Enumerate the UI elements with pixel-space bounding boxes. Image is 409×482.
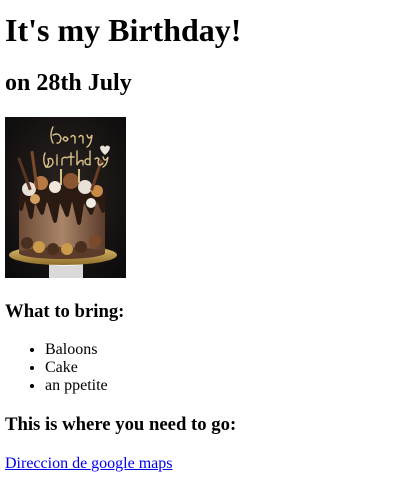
birthday-cake-image: [5, 117, 126, 278]
list-item: an ppetite: [45, 377, 108, 395]
event-date-heading: on 28th July: [5, 70, 132, 96]
page-title: It's my Birthday!: [5, 12, 242, 48]
directions-heading: This is where you need to go:: [5, 414, 237, 435]
list-item: Cake: [45, 359, 108, 377]
bring-list: Baloons Cake an ppetite: [5, 341, 108, 395]
what-to-bring-heading: What to bring:: [5, 301, 125, 322]
list-item: Baloons: [45, 341, 108, 359]
google-maps-link[interactable]: Direccion de google maps: [5, 455, 173, 473]
